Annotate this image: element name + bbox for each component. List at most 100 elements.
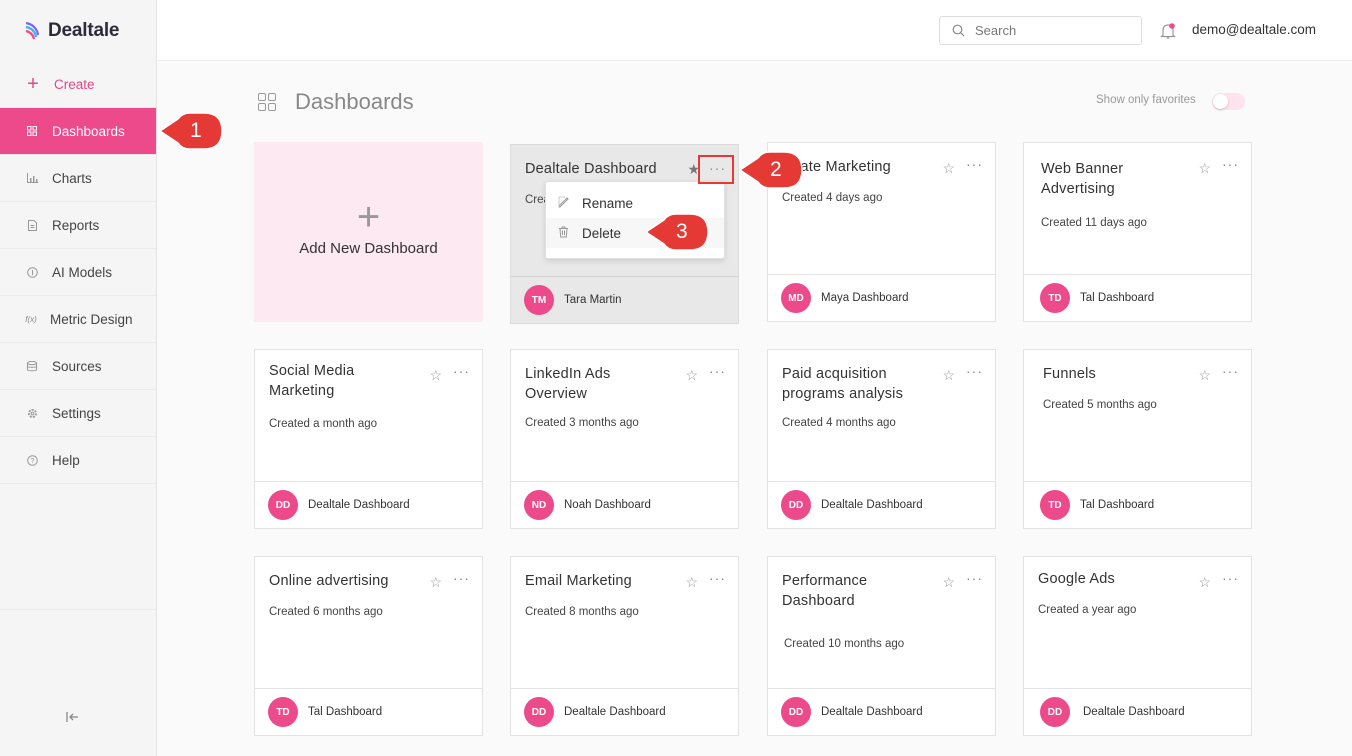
create-button[interactable]: + Create — [0, 61, 156, 108]
search-input[interactable] — [975, 23, 1125, 38]
ai-icon — [26, 266, 38, 278]
card-created: Created 3 months ago — [525, 417, 639, 429]
avatar: DD — [524, 697, 554, 727]
favorites-toggle[interactable] — [1212, 93, 1245, 110]
sidebar-item-label: Sources — [52, 358, 102, 374]
card-owner: Dealtale Dashboard — [821, 499, 923, 511]
callout-3: 3 — [644, 212, 710, 252]
more-options-icon[interactable]: ··· — [453, 570, 470, 586]
more-options-icon[interactable]: ··· — [1222, 570, 1239, 586]
dashboard-card[interactable]: Online advertising ☆ ··· Created 6 month… — [254, 556, 483, 736]
sidebar-item-label: Metric Design — [50, 311, 133, 327]
avatar: ND — [524, 490, 554, 520]
sidebar-spacer — [0, 484, 156, 610]
star-outline-icon[interactable]: ☆ — [685, 367, 698, 384]
user-email[interactable]: demo@dealtale.com — [1192, 22, 1316, 37]
card-owner: Dealtale Dashboard — [308, 499, 410, 511]
sidebar-item-label: Dashboards — [52, 123, 125, 139]
dashboard-card[interactable]: Social Media Marketing ☆ ··· Created a m… — [254, 349, 483, 529]
dashboard-card[interactable]: LinkedIn Ads Overview ☆ ··· Created 3 mo… — [510, 349, 739, 529]
more-options-icon[interactable]: ··· — [453, 363, 470, 379]
sidebar-item-help[interactable]: ? Help — [0, 437, 156, 484]
sidebar-item-label: Charts — [52, 170, 92, 186]
bell-icon[interactable] — [1160, 22, 1176, 40]
svg-text:?: ? — [30, 458, 34, 465]
star-outline-icon[interactable]: ☆ — [942, 574, 955, 591]
sidebar-nav: + Create Dashboards Charts Reports AI Mo… — [0, 61, 156, 610]
more-options-highlight — [698, 155, 734, 184]
edit-icon — [558, 196, 570, 211]
avatar: DD — [781, 697, 811, 727]
star-outline-icon[interactable]: ☆ — [429, 574, 442, 591]
sidebar-item-label: Settings — [52, 405, 101, 421]
sidebar: Dealtale + Create Dashboards Charts Repo… — [0, 0, 157, 756]
dashboard-card[interactable]: Web Banner Advertising ☆ ··· Created 11 … — [1023, 142, 1252, 322]
add-dashboard-label: Add New Dashboard — [299, 240, 438, 257]
card-owner: Dealtale Dashboard — [1083, 706, 1185, 718]
sidebar-item-charts[interactable]: Charts — [0, 155, 156, 202]
topbar: demo@dealtale.com — [157, 0, 1352, 61]
logo[interactable]: Dealtale — [24, 20, 119, 42]
search-box[interactable] — [939, 16, 1142, 45]
plus-icon: + — [356, 195, 381, 239]
card-title: Email Marketing — [525, 573, 632, 589]
sidebar-item-ai-models[interactable]: AI Models — [0, 249, 156, 296]
delete-label: Delete — [582, 225, 622, 241]
more-options-icon[interactable]: ··· — [709, 363, 726, 379]
more-options-icon[interactable]: ··· — [966, 570, 983, 586]
card-owner: Dealtale Dashboard — [564, 706, 666, 718]
sidebar-item-settings[interactable]: Settings — [0, 390, 156, 437]
star-outline-icon[interactable]: ☆ — [942, 160, 955, 177]
sidebar-item-label: Reports — [52, 217, 100, 233]
card-title: LinkedIn Ads Overview — [525, 366, 611, 402]
avatar: TM — [524, 285, 554, 315]
dashboard-card[interactable]: Email Marketing ☆ ··· Created 8 months a… — [510, 556, 739, 736]
star-outline-icon[interactable]: ☆ — [1198, 574, 1211, 591]
more-options-icon[interactable]: ··· — [709, 570, 726, 586]
card-footer: DD Dealtale Dashboard — [511, 688, 738, 735]
card-created: Created 4 months ago — [782, 417, 896, 429]
dashboard-card[interactable]: Google Ads ☆ ··· Created a year ago DD D… — [1023, 556, 1252, 736]
more-options-icon[interactable]: ··· — [1222, 156, 1239, 172]
dashboard-card[interactable]: Paid acquisition programs analysis ☆ ···… — [767, 349, 996, 529]
card-created: Created 5 months ago — [1043, 399, 1157, 411]
card-title: ffiliate Marketing — [782, 159, 891, 175]
card-title: Paid acquisition programs analysis — [782, 366, 904, 402]
more-options-icon[interactable]: ··· — [966, 363, 983, 379]
star-outline-icon[interactable]: ☆ — [1198, 160, 1211, 177]
bar-chart-icon — [26, 172, 38, 184]
sidebar-item-metric-design[interactable]: f(x) Metric Design — [0, 296, 156, 343]
favorites-toggle-label: Show only favorites — [1096, 94, 1196, 106]
avatar: TD — [268, 697, 298, 727]
avatar: DD — [268, 490, 298, 520]
card-owner: Maya Dashboard — [821, 292, 909, 304]
collapse-sidebar-icon[interactable] — [66, 710, 80, 726]
card-title: Social Media Marketing — [269, 363, 355, 399]
star-outline-icon[interactable]: ☆ — [685, 574, 698, 591]
card-title: Online advertising — [269, 573, 389, 589]
card-owner: Tal Dashboard — [1080, 499, 1155, 511]
card-created: Created 8 months ago — [525, 606, 639, 618]
card-created: Created 10 months ago — [784, 638, 905, 650]
dashboard-card[interactable]: Funnels ☆ ··· Created 5 months ago TD Ta… — [1023, 349, 1252, 529]
callout-number: 3 — [676, 220, 688, 243]
star-outline-icon[interactable]: ☆ — [429, 367, 442, 384]
sidebar-item-reports[interactable]: Reports — [0, 202, 156, 249]
avatar: DD — [781, 490, 811, 520]
star-outline-icon[interactable]: ☆ — [942, 367, 955, 384]
sidebar-item-dashboards[interactable]: Dashboards — [0, 108, 156, 155]
card-footer: DD Dealtale Dashboard — [768, 481, 995, 528]
more-options-icon[interactable]: ··· — [966, 156, 983, 172]
trash-icon — [558, 226, 570, 241]
card-created: Created a year ago — [1038, 604, 1137, 616]
card-footer: DD Dealtale Dashboard — [255, 481, 482, 528]
card-footer: DD Dealtale Dashboard — [1024, 688, 1251, 735]
function-icon: f(x) — [25, 314, 37, 324]
sidebar-item-sources[interactable]: Sources — [0, 343, 156, 390]
card-footer: DD Dealtale Dashboard — [768, 688, 995, 735]
star-outline-icon[interactable]: ☆ — [1198, 367, 1211, 384]
add-dashboard-card[interactable]: + Add New Dashboard — [254, 142, 483, 322]
card-owner: Tal Dashboard — [1080, 292, 1155, 304]
more-options-icon[interactable]: ··· — [1222, 363, 1239, 379]
dashboard-card[interactable]: Performance Dashboard ☆ ··· Created 10 m… — [767, 556, 996, 736]
